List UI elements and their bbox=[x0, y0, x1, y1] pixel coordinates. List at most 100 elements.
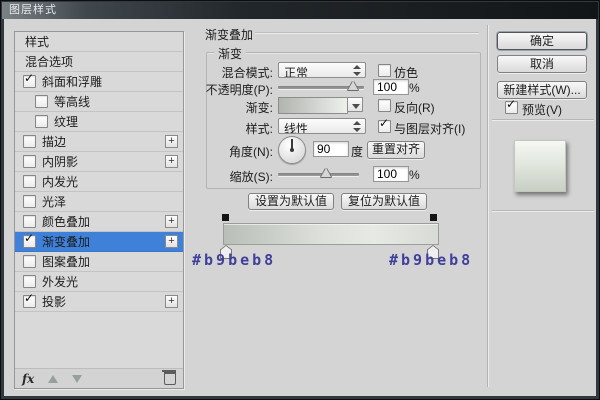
opacity-stop-left-icon[interactable] bbox=[222, 214, 229, 221]
sidebar-item-contour[interactable]: 等高线 bbox=[15, 92, 183, 112]
combo-arrows-icon bbox=[353, 65, 361, 76]
panel-title: 渐变叠加 bbox=[205, 26, 253, 43]
sidebar-item-pattern-overlay[interactable]: 图案叠加 bbox=[15, 252, 183, 272]
check-icon: ✓ bbox=[24, 231, 34, 245]
reset-align-button[interactable]: 重置对齐 bbox=[367, 141, 425, 159]
checkbox-unchecked[interactable] bbox=[23, 195, 36, 208]
sidebar-item-inner-shadow[interactable]: 内阴影 + bbox=[15, 152, 183, 172]
angle-input[interactable] bbox=[313, 141, 349, 157]
trash-icon[interactable] bbox=[164, 372, 176, 385]
sidebar-item-label: 光泽 bbox=[42, 193, 66, 210]
opacity-slider-thumb[interactable] bbox=[348, 81, 358, 90]
ok-button[interactable]: 确定 bbox=[497, 32, 587, 50]
hex-label-right: #b9beb8 bbox=[389, 251, 473, 269]
sidebar-item-outer-glow[interactable]: 外发光 bbox=[15, 272, 183, 292]
make-default-button[interactable]: 设置为默认值 bbox=[248, 193, 334, 210]
sidebar-item-label: 图案叠加 bbox=[42, 253, 90, 270]
preview-label: 预览(V) bbox=[522, 101, 562, 118]
style-value: 线性 bbox=[284, 122, 308, 134]
add-instance-button[interactable]: + bbox=[165, 135, 178, 148]
checkbox-checked[interactable]: ✓ bbox=[23, 235, 36, 248]
scale-slider-thumb[interactable] bbox=[321, 168, 331, 177]
angle-label: 角度(N): bbox=[178, 143, 273, 160]
sidebar-item-label: 纹理 bbox=[54, 113, 78, 130]
styles-list-toolbar: fx bbox=[15, 368, 183, 388]
panel-title-rule bbox=[255, 32, 479, 33]
opacity-stop-right-icon[interactable] bbox=[430, 214, 437, 221]
sidebar-item-texture[interactable]: 纹理 bbox=[15, 112, 183, 132]
sidebar-item-stroke[interactable]: 描边 + bbox=[15, 132, 183, 152]
hex-label-left: #b9beb8 bbox=[192, 251, 276, 269]
blend-mode-select[interactable]: 正常 bbox=[278, 62, 366, 78]
gradient-editor-bar[interactable] bbox=[223, 223, 439, 245]
checkbox-unchecked[interactable] bbox=[23, 255, 36, 268]
sidebar-item-label: 混合选项 bbox=[25, 53, 73, 70]
angle-unit: 度 bbox=[351, 143, 363, 160]
sidebar-item-label: 斜面和浮雕 bbox=[42, 73, 102, 90]
gradient-preview-swatch[interactable] bbox=[278, 97, 348, 114]
checkbox-checked[interactable]: ✓ bbox=[23, 75, 36, 88]
scale-label: 缩放(S): bbox=[178, 168, 273, 185]
vertical-divider bbox=[487, 25, 488, 387]
sidebar-item-drop-shadow[interactable]: ✓ 投影 + bbox=[15, 292, 183, 312]
check-icon: ✓ bbox=[379, 116, 389, 130]
scale-unit: % bbox=[409, 168, 420, 182]
checkbox-unchecked[interactable] bbox=[23, 215, 36, 228]
checkbox-unchecked[interactable] bbox=[35, 95, 48, 108]
style-preview-swatch bbox=[514, 140, 566, 192]
opacity-label: 不透明度(P): bbox=[178, 81, 273, 98]
reverse-label: 反向(R) bbox=[394, 99, 435, 116]
reset-default-button[interactable]: 复位为默认值 bbox=[341, 193, 427, 210]
fx-icon[interactable]: fx bbox=[22, 372, 34, 386]
checkbox-unchecked[interactable] bbox=[35, 115, 48, 128]
sidebar-item-label: 投影 bbox=[42, 293, 66, 310]
check-icon: ✓ bbox=[24, 291, 34, 305]
check-icon: ✓ bbox=[24, 71, 34, 85]
reverse-checkbox[interactable] bbox=[378, 99, 391, 112]
sidebar-item-label: 内阴影 bbox=[42, 153, 78, 170]
dither-checkbox[interactable] bbox=[378, 64, 391, 77]
checkbox-unchecked[interactable] bbox=[23, 275, 36, 288]
sidebar-item-styles[interactable]: 样式 bbox=[15, 32, 183, 52]
gradient-picker-arrow-button[interactable] bbox=[347, 97, 363, 112]
sidebar-item-label: 描边 bbox=[42, 133, 66, 150]
sidebar-item-color-overlay[interactable]: 颜色叠加 + bbox=[15, 212, 183, 232]
checkbox-unchecked[interactable] bbox=[23, 175, 36, 188]
style-select[interactable]: 线性 bbox=[278, 118, 366, 134]
sidebar-item-satin[interactable]: 光泽 bbox=[15, 192, 183, 212]
checkbox-unchecked[interactable] bbox=[23, 135, 36, 148]
add-instance-button[interactable]: + bbox=[165, 155, 178, 168]
styles-list: 样式 混合选项 ✓ 斜面和浮雕 等高线 纹理 描边 + 内阴影 + 内 bbox=[14, 31, 184, 389]
style-label: 样式: bbox=[178, 120, 273, 137]
sidebar-item-label: 样式 bbox=[25, 33, 49, 50]
gradient-group-label: 渐变 bbox=[214, 45, 246, 62]
sidebar-item-inner-glow[interactable]: 内发光 bbox=[15, 172, 183, 192]
check-icon: ✓ bbox=[506, 97, 516, 111]
sidebar-item-label: 等高线 bbox=[54, 93, 90, 110]
sidebar-item-blending-options[interactable]: 混合选项 bbox=[15, 52, 183, 72]
add-instance-button[interactable]: + bbox=[165, 235, 178, 248]
move-down-icon[interactable] bbox=[72, 375, 82, 383]
opacity-input[interactable] bbox=[373, 79, 409, 95]
checkbox-unchecked[interactable] bbox=[23, 155, 36, 168]
cancel-button[interactable]: 取消 bbox=[497, 55, 587, 73]
title-bar[interactable]: 图层样式 bbox=[2, 2, 598, 19]
sidebar-item-gradient-overlay[interactable]: ✓ 渐变叠加 + bbox=[15, 232, 183, 252]
checkbox-checked[interactable]: ✓ bbox=[23, 295, 36, 308]
angle-dial[interactable] bbox=[278, 136, 306, 164]
sidebar-item-label: 外发光 bbox=[42, 273, 78, 290]
align-with-layer-checkbox[interactable]: ✓ bbox=[378, 120, 391, 133]
scale-input[interactable] bbox=[373, 166, 409, 182]
sidebar-item-label: 渐变叠加 bbox=[42, 233, 90, 250]
angle-dial-hub bbox=[290, 148, 294, 152]
blend-mode-label: 混合模式: bbox=[178, 64, 273, 81]
gradient-label: 渐变: bbox=[178, 99, 273, 116]
add-instance-button[interactable]: + bbox=[165, 295, 178, 308]
scale-slider-track[interactable] bbox=[278, 173, 359, 176]
move-up-icon[interactable] bbox=[48, 375, 58, 383]
layer-style-dialog: 图层样式 样式 混合选项 ✓ 斜面和浮雕 等高线 纹理 描边 + 内阴影 bbox=[0, 0, 600, 400]
add-instance-button[interactable]: + bbox=[165, 215, 178, 228]
dialog-title: 图层样式 bbox=[9, 4, 57, 16]
sidebar-item-bevel-emboss[interactable]: ✓ 斜面和浮雕 bbox=[15, 72, 183, 92]
preview-checkbox[interactable]: ✓ bbox=[505, 101, 518, 114]
